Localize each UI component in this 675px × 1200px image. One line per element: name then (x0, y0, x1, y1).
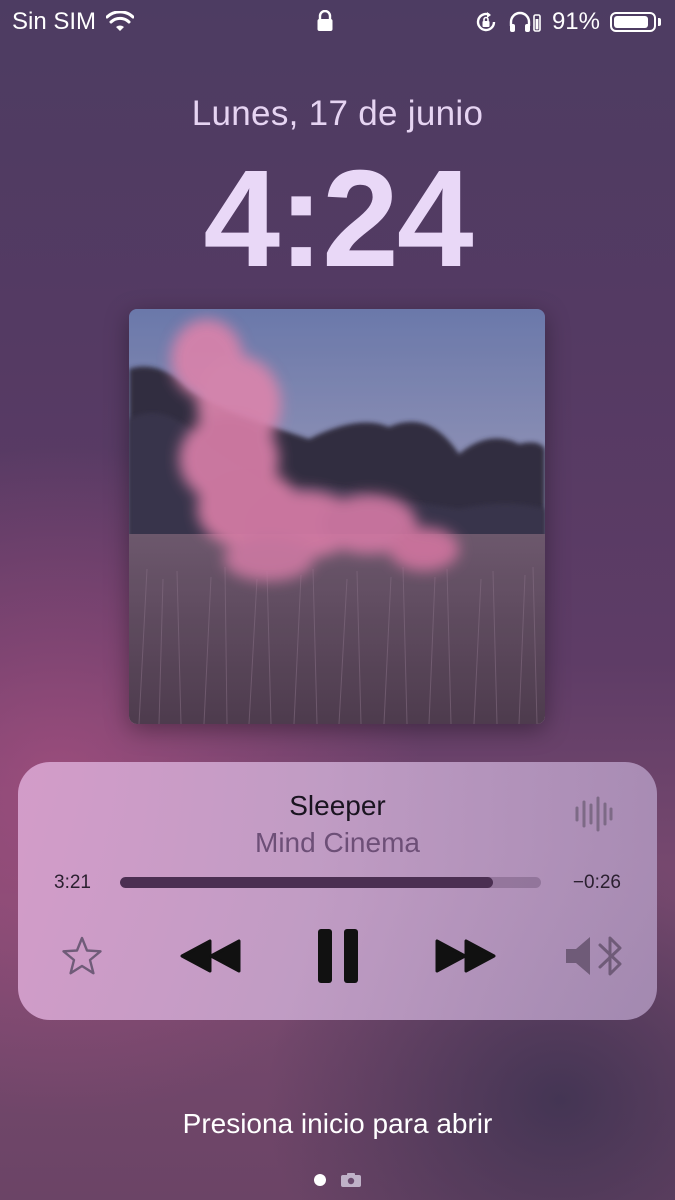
star-icon[interactable] (60, 934, 104, 978)
artwork-image (129, 309, 545, 724)
camera-icon[interactable] (340, 1172, 362, 1188)
waveform-icon[interactable] (574, 796, 614, 832)
fast-forward-icon[interactable] (434, 938, 496, 974)
song-title[interactable]: Sleeper (18, 790, 657, 822)
status-bar: Sin SIM 91% (0, 0, 675, 44)
song-artist[interactable]: Mind Cinema (18, 827, 657, 859)
battery-icon (610, 12, 656, 32)
battery-fill (614, 16, 649, 28)
rewind-icon[interactable] (180, 938, 242, 974)
speaker-bluetooth-icon[interactable] (564, 932, 626, 980)
headphones-icon (509, 11, 541, 32)
now-playing-card: Sleeper Mind Cinema 3:21 −0:26 (18, 762, 657, 1020)
progress-fill (120, 877, 493, 888)
elapsed-time: 3:21 (54, 872, 91, 893)
open-hint: Presiona inicio para abrir (182, 1108, 493, 1139)
wifi-icon (106, 11, 135, 31)
lockscreen-date: Lunes, 17 de junio (191, 94, 484, 133)
status-left: Sin SIM (12, 8, 135, 36)
album-artwork (129, 309, 545, 724)
lock-icon (317, 10, 333, 31)
carrier-label: Sin SIM (12, 8, 97, 35)
remaining-time: −0:26 (572, 872, 621, 893)
status-right: 91% (474, 8, 661, 36)
lockscreen-time: 4:24 (203, 142, 473, 296)
progress-scrubber[interactable] (120, 877, 541, 888)
pause-icon[interactable] (316, 929, 360, 983)
battery-percent: 91% (551, 8, 600, 35)
page-indicator (0, 1172, 675, 1188)
battery-nub (658, 18, 661, 26)
rotation-lock-icon (476, 12, 496, 32)
page-dot-active[interactable] (313, 1174, 326, 1186)
